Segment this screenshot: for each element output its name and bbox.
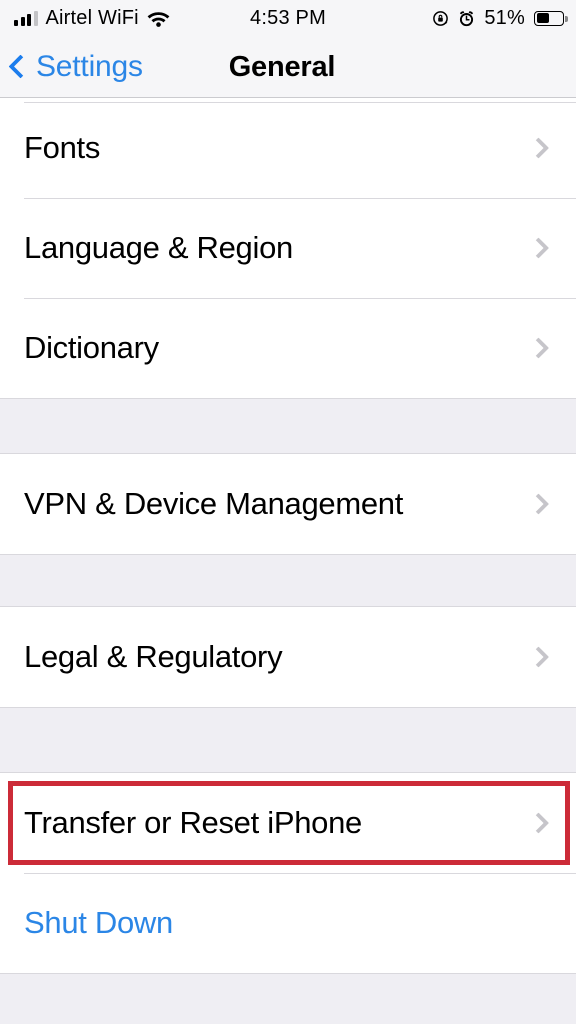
list-item-label: Language & Region (24, 230, 293, 265)
list-item-shut-down[interactable]: Shut Down (0, 873, 576, 973)
settings-list[interactable]: Fonts Language & Region Dictionary VPN &… (0, 98, 576, 1024)
alarm-clock-icon (458, 10, 475, 27)
list-item-fonts[interactable]: Fonts (0, 98, 576, 198)
status-bar: Airtel WiFi 4:53 PM 51% (0, 0, 576, 36)
navigation-bar: Settings General (0, 36, 576, 98)
list-item-label: Fonts (24, 130, 101, 165)
list-item-dictionary[interactable]: Dictionary (0, 298, 576, 398)
list-item-transfer-or-reset-iphone[interactable]: Transfer or Reset iPhone (0, 773, 576, 873)
rotation-lock-icon (432, 10, 449, 27)
chevron-right-icon (527, 812, 550, 834)
settings-section-3: Legal & Regulatory (0, 607, 576, 707)
section-gap-1 (0, 398, 576, 454)
battery-percent-label: 51% (484, 6, 525, 29)
chevron-right-icon (527, 337, 550, 359)
list-item-language-region[interactable]: Language & Region (0, 198, 576, 298)
settings-section-2: VPN & Device Management (0, 454, 576, 554)
chevron-right-icon (527, 646, 550, 668)
list-item-label: Transfer or Reset iPhone (24, 805, 362, 840)
settings-section-4: Transfer or Reset iPhone Shut Down (0, 773, 576, 973)
list-item-vpn-device-management[interactable]: VPN & Device Management (0, 454, 576, 554)
list-item-label: Dictionary (24, 330, 159, 365)
list-item-label: Legal & Regulatory (24, 639, 283, 674)
list-item-label: VPN & Device Management (24, 486, 404, 521)
section-gap-2 (0, 554, 576, 607)
iphone-settings-screen: Airtel WiFi 4:53 PM 51% Settings General… (0, 0, 576, 1024)
clock-label: 4:53 PM (250, 6, 326, 29)
chevron-right-icon (527, 137, 550, 159)
chevron-right-icon (527, 493, 550, 515)
chevron-right-icon (527, 237, 550, 259)
list-item-legal-regulatory[interactable]: Legal & Regulatory (0, 607, 576, 707)
settings-section-1: Fonts Language & Region Dictionary (0, 98, 576, 398)
page-title: General (228, 50, 336, 83)
list-item-label: Shut Down (24, 905, 173, 940)
battery-icon (534, 10, 568, 26)
list-bottom-area (0, 973, 576, 1024)
status-bar-right: 51% (432, 0, 568, 36)
section-gap-3 (0, 707, 576, 773)
